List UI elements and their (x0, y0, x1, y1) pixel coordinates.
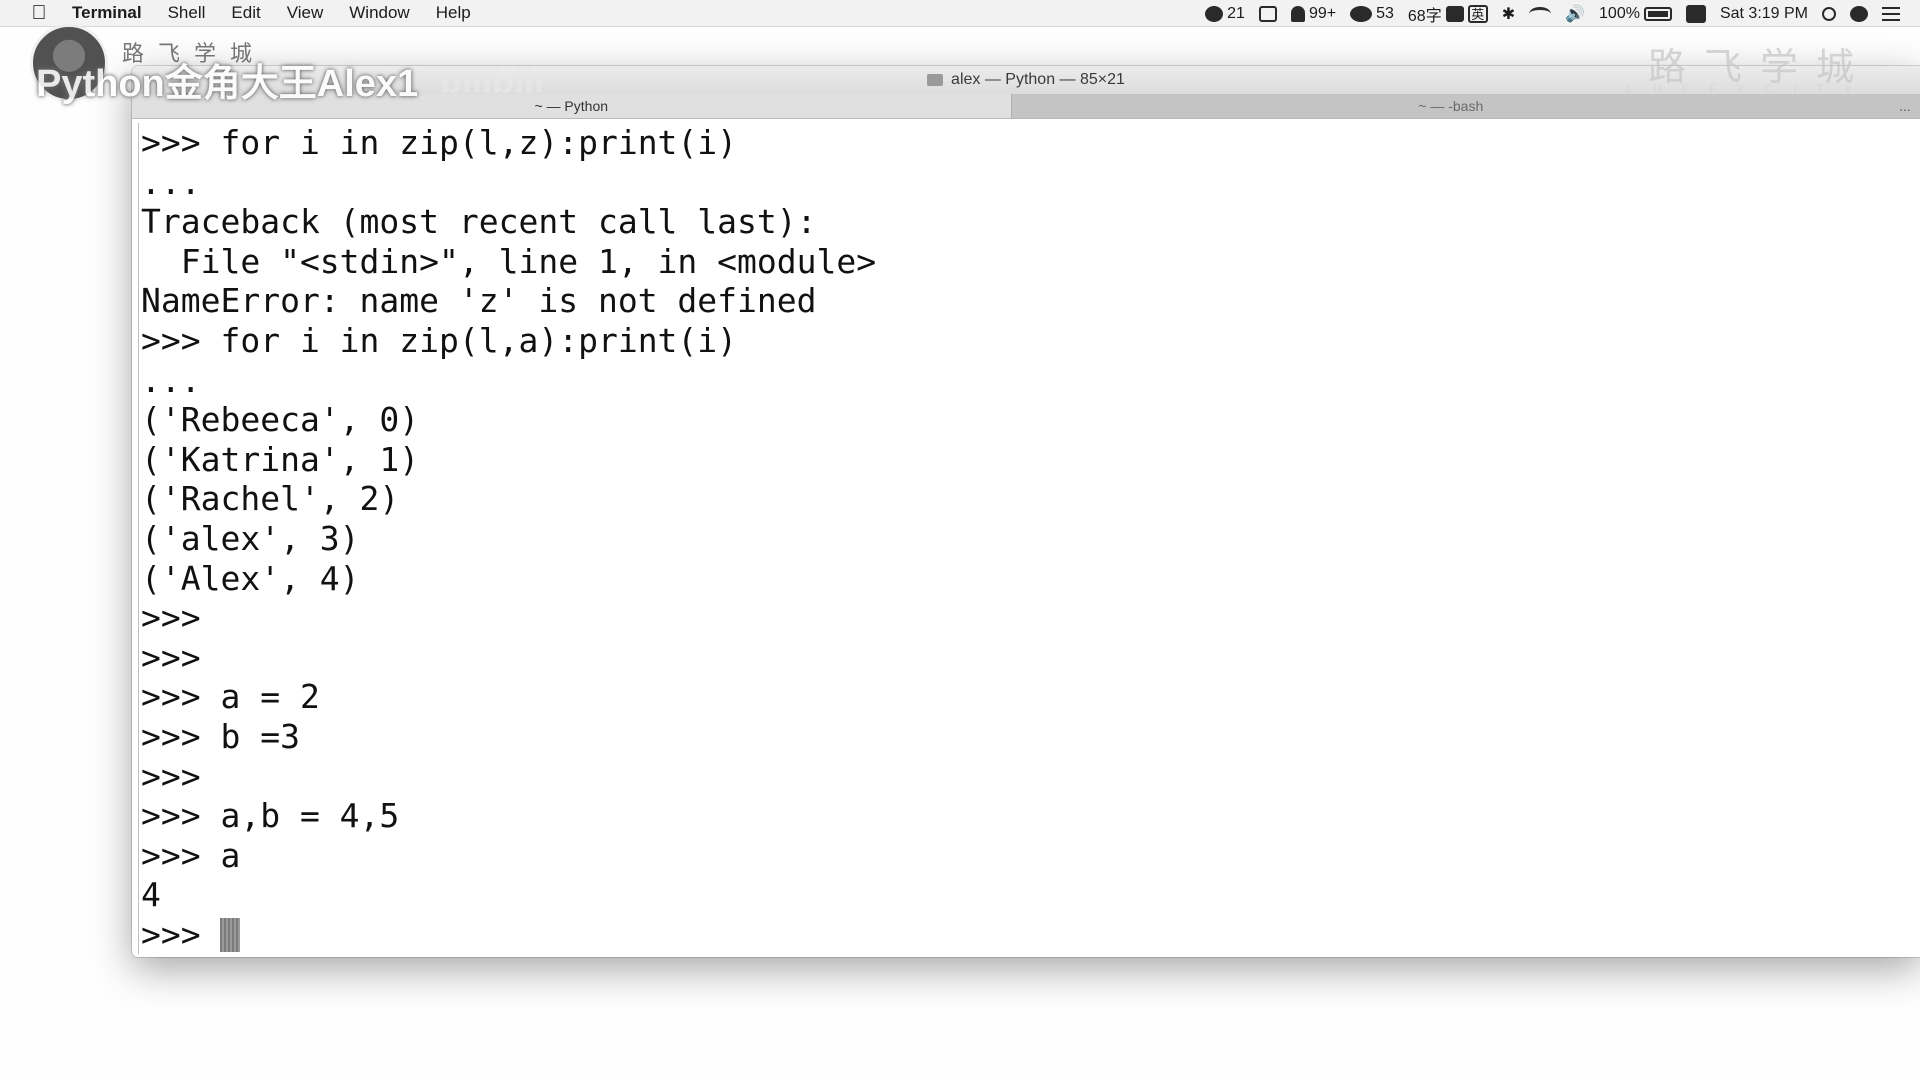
tab-bash-label: ~ — -bash (1418, 98, 1484, 114)
clock-text: Sat 3:19 PM (1719, 4, 1808, 22)
menu-help[interactable]: Help (436, 3, 471, 23)
console-line: >>> for i in zip(l,z):print(i) (138, 123, 1920, 163)
tab-overflow-button[interactable]: ... (1890, 94, 1920, 118)
battery-icon (1643, 6, 1672, 21)
text-cursor (220, 917, 241, 952)
status-wechat-count: 53 (1376, 4, 1394, 22)
status-bluetooth[interactable]: ✱ (1502, 4, 1515, 24)
console-line: >>> b =3 (138, 716, 1920, 757)
battery-percent: 100% (1599, 4, 1640, 22)
console-line: >>> (138, 756, 1920, 797)
terminal-console[interactable]: >>> for i in zip(l,z):print(i) ... Trace… (132, 119, 1920, 955)
wifi-icon (1529, 6, 1552, 21)
console-line: >>> (138, 637, 1920, 678)
input-lang-label: 英 (1471, 7, 1485, 22)
window-title: alex — Python — 85×21 (951, 71, 1125, 88)
terminal-window: alex — Python — 85×21 ~ — Python ~ — -ba… (132, 66, 1920, 957)
status-wifi[interactable] (1529, 6, 1552, 21)
status-notification-1-count: 21 (1227, 4, 1245, 22)
console-line: ('Rachel', 2) (138, 479, 1920, 519)
input-count-label: 68字 (1407, 7, 1442, 25)
console-line: >>> for i in zip(l,a):print(i) (138, 320, 1920, 361)
status-battery[interactable]: 100% (1599, 5, 1672, 23)
console-line: ... (138, 360, 1920, 401)
console-line: >>> a,b = 4,5 (138, 796, 1920, 836)
status-app-s[interactable] (1685, 4, 1706, 23)
tab-bash[interactable]: ~ — -bash (1010, 94, 1890, 118)
app-s-icon (1685, 4, 1706, 23)
bell-icon (1290, 5, 1305, 22)
menu-shell[interactable]: Shell (168, 3, 206, 23)
menu-bar:  Terminal Shell Edit View Window Help 2… (0, 0, 1920, 27)
console-line: >>> a (138, 835, 1920, 876)
menu-edit[interactable]: Edit (231, 3, 260, 23)
watermark-right-sub: LUFFYCITY (1626, 82, 1872, 96)
search-icon (1822, 6, 1836, 21)
menu-window[interactable]: Window (349, 3, 409, 23)
status-input-count[interactable]: 68字 英 (1408, 2, 1488, 26)
console-line: ('alex', 3) (138, 518, 1920, 559)
siri-icon (1850, 5, 1868, 22)
input-method-icon (1445, 5, 1464, 22)
console-line: >>> a = 2 (138, 677, 1920, 717)
status-notification-2[interactable]: 99+ (1290, 4, 1337, 23)
screen-record-icon (1258, 5, 1277, 22)
console-line: NameError: name 'z' is not defined (138, 281, 1920, 321)
bluetooth-icon: ✱ (1501, 5, 1516, 23)
console-line: ... (138, 162, 1920, 203)
console-line: >>> (138, 598, 1920, 638)
console-line: ('Katrina', 1) (138, 439, 1920, 480)
apple-menu-icon[interactable]:  (28, 2, 50, 24)
tab-overflow-label: ... (1899, 98, 1911, 114)
watermark-bilibili-logo: bilibili (440, 60, 544, 101)
watermark-channel-name: Python金角大王Alex1 (36, 63, 419, 105)
notification-center-icon (1882, 6, 1900, 21)
menu-app-terminal[interactable]: Terminal (72, 3, 142, 23)
status-notification-1[interactable]: 21 (1205, 5, 1245, 23)
folder-icon (927, 74, 944, 86)
console-line: ('Alex', 4) (138, 558, 1920, 599)
menu-view[interactable]: View (287, 3, 324, 23)
tab-python-label: ~ — Python (534, 98, 609, 114)
console-line: ('Rebeeca', 0) (138, 400, 1920, 440)
console-line: Traceback (most recent call last): (138, 202, 1920, 242)
status-volume[interactable]: 🔊 (1565, 4, 1585, 24)
status-siri[interactable] (1850, 5, 1868, 22)
status-notification-center[interactable] (1882, 6, 1900, 21)
wechat-icon (1350, 5, 1373, 22)
console-prompt: >>> (141, 914, 221, 954)
status-spotlight[interactable] (1822, 6, 1836, 21)
status-area: 21 99+ 53 68字 英 ✱ 🔊 100% Sat 3:19 PM (1205, 0, 1900, 27)
status-screen-record[interactable] (1258, 5, 1277, 22)
app-badge-icon (1205, 5, 1224, 22)
console-prompt-line[interactable]: >>> (138, 914, 1920, 955)
status-notification-2-count: 99+ (1308, 4, 1337, 22)
console-line: 4 (138, 875, 1920, 915)
input-lang-box: 英 (1467, 4, 1488, 23)
status-clock[interactable]: Sat 3:19 PM (1720, 5, 1808, 23)
status-wechat[interactable]: 53 (1350, 5, 1394, 23)
volume-icon: 🔊 (1565, 5, 1586, 23)
console-line: File "<stdin>", line 1, in <module> (138, 241, 1920, 282)
